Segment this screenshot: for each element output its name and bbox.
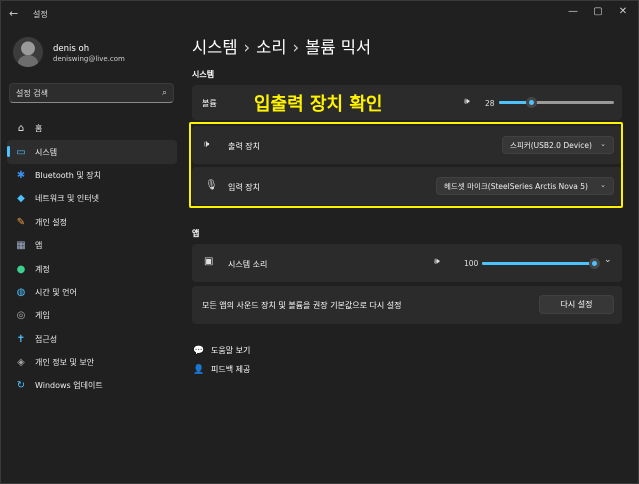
sidebar-item-label: 앱 xyxy=(35,241,43,251)
sidebar-item-label: Windows 업데이트 xyxy=(35,381,103,391)
globe-icon: ◍ xyxy=(16,286,26,298)
sidebar-item-wifi[interactable]: ◆ 네트워크 및 인터넷 xyxy=(7,187,177,210)
sidebar-item-globe[interactable]: ◍ 시간 및 언어 xyxy=(7,281,177,304)
system-sounds-label: 시스템 소리 xyxy=(228,260,268,269)
volume-label: 볼륨 xyxy=(202,99,217,108)
system-sounds-slider-thumb[interactable] xyxy=(589,258,600,269)
update-icon: ↻ xyxy=(16,380,26,392)
reset-button[interactable]: 다시 설정 xyxy=(539,295,614,314)
back-arrow-icon[interactable]: ← xyxy=(9,7,18,20)
sidebar-item-label: 계정 xyxy=(35,264,50,274)
sidebar-item-label: 시간 및 언어 xyxy=(35,287,77,297)
sidebar-item-account[interactable]: ● 계정 xyxy=(7,257,177,280)
expand-chevron-icon[interactable]: ⌄ xyxy=(604,255,612,265)
sidebar-nav: ⌂ 홈 ▭ 시스템 ✱ Bluetooth 및 장치 ◆ 네트워크 및 인터넷 ✎ 개인 설정 ▦ 앱… xyxy=(7,117,177,398)
sidebar-item-label: 홈 xyxy=(35,124,43,134)
bluetooth-icon: ✱ xyxy=(16,169,26,181)
sidebar-item-label: 게임 xyxy=(35,311,50,321)
account-icon: ● xyxy=(16,263,26,275)
breadcrumb-volume-mixer: 볼륨 믹서 xyxy=(305,38,372,57)
avatar[interactable] xyxy=(13,37,43,67)
user-email: deniswing@live.com xyxy=(53,55,125,63)
sidebar-item-accessibility[interactable]: ✝ 접근성 xyxy=(7,328,177,351)
maximize-button[interactable]: ▢ xyxy=(588,5,608,19)
search-icon[interactable]: ⌕ xyxy=(162,88,167,98)
system-sounds-app-icon: ▣ xyxy=(204,256,214,267)
minimize-button[interactable]: — xyxy=(563,5,583,19)
breadcrumb-separator: › xyxy=(292,38,300,57)
sidebar-item-update[interactable]: ↻ Windows 업데이트 xyxy=(7,374,177,397)
system-sounds-slider-fill xyxy=(482,262,594,265)
sidebar-item-apps[interactable]: ▦ 앱 xyxy=(7,234,177,257)
apps-section-title: 앱 xyxy=(192,229,200,238)
help-icon: 💬 xyxy=(193,345,205,356)
sidebar-item-gamepad[interactable]: ◎ 게임 xyxy=(7,304,177,327)
speaker-volume-icon[interactable]: 🕪 xyxy=(434,257,440,267)
system-volume-slider-thumb[interactable] xyxy=(526,97,538,108)
close-button[interactable]: ✕ xyxy=(613,5,633,19)
apps-icon: ▦ xyxy=(16,240,26,252)
breadcrumb-sound[interactable]: 소리 xyxy=(256,38,286,57)
system-section-title: 시스템 xyxy=(192,70,215,79)
annotation-text: 입출력 장치 확인 xyxy=(254,94,383,115)
speaker-volume-icon[interactable]: 🕪 xyxy=(464,97,470,107)
breadcrumb-separator: › xyxy=(243,38,251,57)
sidebar-item-home[interactable]: ⌂ 홈 xyxy=(7,117,177,140)
annotation-highlight-box xyxy=(189,122,623,208)
system-sounds-card: ▣ 시스템 소리 🕪 100 ⌄ xyxy=(192,244,622,282)
sidebar-item-label: 시스템 xyxy=(35,147,58,157)
gamepad-icon: ◎ xyxy=(16,310,26,322)
breadcrumb: 시스템 › 소리 › 볼륨 믹서 xyxy=(192,34,371,58)
system-sounds-value: 100 xyxy=(464,259,479,268)
home-icon: ⌂ xyxy=(17,123,25,135)
sidebar-item-label: 개인 정보 및 보안 xyxy=(35,358,95,368)
feedback-icon: 👤 xyxy=(193,364,205,375)
volume-value: 28 xyxy=(485,99,495,108)
wifi-icon: ◆ xyxy=(17,193,25,205)
feedback-link-label[interactable]: 피드백 제공 xyxy=(211,364,250,375)
sidebar-item-brush[interactable]: ✎ 개인 설정 xyxy=(7,211,177,234)
system-volume-slider[interactable] xyxy=(499,97,614,108)
settings-window: ← 설정 — ▢ ✕ denis oh deniswing@live.com ⌕… xyxy=(0,0,639,484)
help-link-label[interactable]: 도움말 보기 xyxy=(211,345,250,356)
sidebar-item-label: 접근성 xyxy=(35,334,58,344)
shield-icon: ◈ xyxy=(17,357,25,369)
reset-description: 모든 앱의 사운드 장치 및 볼륨을 권장 기본값으로 다시 설정 xyxy=(202,301,402,310)
feedback-link[interactable]: 👤 피드백 제공 xyxy=(193,364,250,375)
search-box[interactable]: ⌕ xyxy=(9,83,174,103)
reset-card: 모든 앱의 사운드 장치 및 볼륨을 권장 기본값으로 다시 설정 다시 설정 xyxy=(192,286,622,324)
brush-icon: ✎ xyxy=(16,216,26,228)
system-sounds-slider[interactable] xyxy=(482,258,600,269)
user-name: denis oh xyxy=(53,44,90,54)
system-icon: ▭ xyxy=(16,146,26,158)
accessibility-icon: ✝ xyxy=(16,333,26,345)
help-link[interactable]: 💬 도움말 보기 xyxy=(193,345,250,356)
breadcrumb-system[interactable]: 시스템 xyxy=(192,38,238,57)
sidebar-item-label: 개인 설정 xyxy=(35,217,67,227)
search-input[interactable] xyxy=(16,87,146,100)
title-bar: ← 설정 — ▢ ✕ xyxy=(1,1,639,27)
sidebar-item-system[interactable]: ▭ 시스템 xyxy=(7,140,177,164)
app-title: 설정 xyxy=(33,10,48,19)
sidebar-item-shield[interactable]: ◈ 개인 정보 및 보안 xyxy=(7,351,177,374)
sidebar-item-label: Bluetooth 및 장치 xyxy=(35,170,102,180)
sidebar-item-bluetooth[interactable]: ✱ Bluetooth 및 장치 xyxy=(7,164,177,187)
sidebar-item-label: 네트워크 및 인터넷 xyxy=(35,194,99,204)
